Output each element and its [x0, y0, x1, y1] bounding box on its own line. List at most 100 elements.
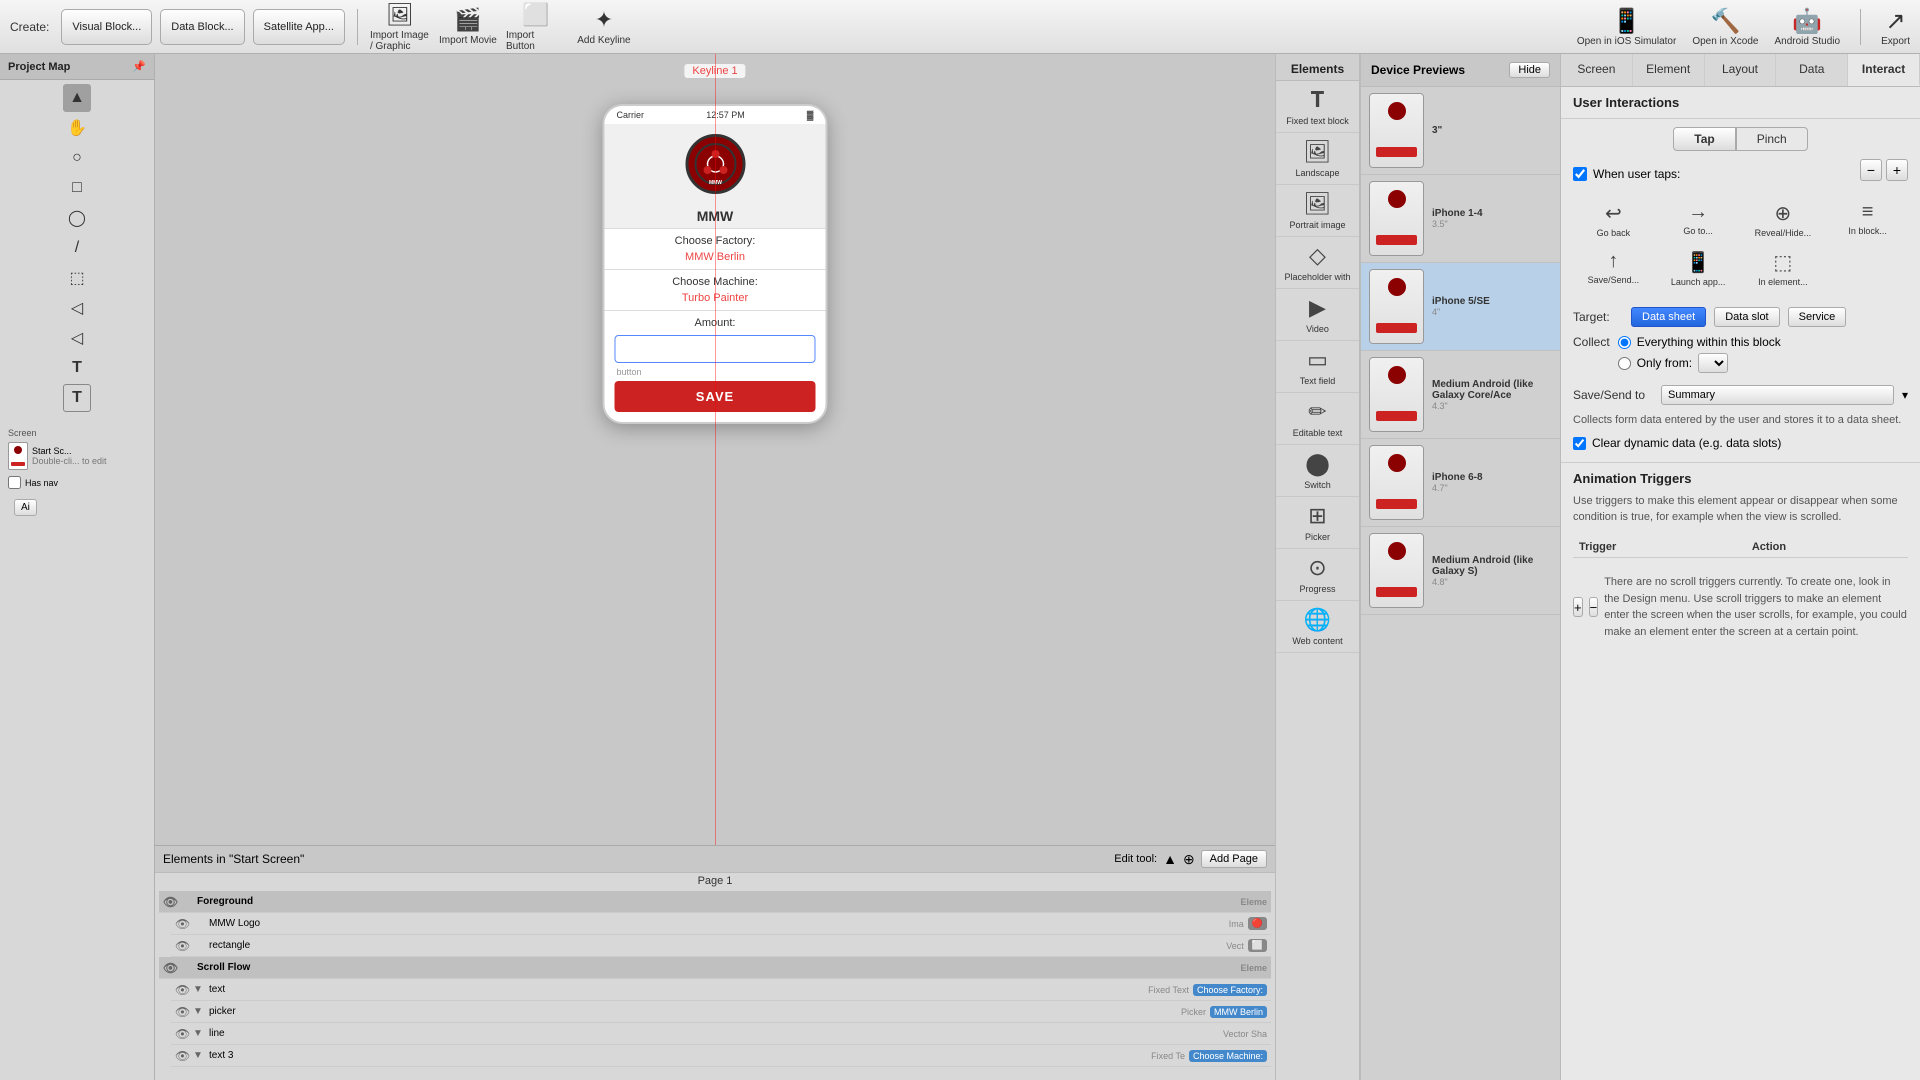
text-tool-2[interactable]: T	[63, 384, 91, 412]
element-panel-item-1[interactable]: 🖼Landscape	[1276, 133, 1359, 185]
device-preview-item-4[interactable]: iPhone 6-8 4.7"	[1361, 439, 1560, 527]
target-data-sheet-button[interactable]: Data sheet	[1631, 307, 1706, 327]
element-panel-item-7[interactable]: ⬤Switch	[1276, 445, 1359, 497]
element-tree-row-7[interactable]: 👁▼text 3Fixed TeChoose Machine:	[171, 1045, 1271, 1067]
element-tree-name-6: line	[209, 1028, 1219, 1039]
element-tree-row-0[interactable]: 👁ForegroundEleme	[159, 891, 1271, 913]
pen-tool[interactable]: ○	[63, 144, 91, 172]
element-tree-row-5[interactable]: 👁▼pickerPickerMMW Berlin	[171, 1001, 1271, 1023]
eye-icon-7[interactable]: 👁	[175, 1049, 189, 1063]
element-tree-row-4[interactable]: 👁▼textFixed TextChoose Factory:	[171, 979, 1271, 1001]
export-button[interactable]: ↗ Export	[1881, 7, 1910, 47]
element-panel-item-9[interactable]: ⊙Progress	[1276, 549, 1359, 601]
open-xcode-button[interactable]: 🔨 Open in Xcode	[1692, 7, 1758, 47]
select-tool[interactable]: ▲	[63, 84, 91, 112]
collect-only-from-select[interactable]	[1698, 353, 1728, 373]
element-panel-item-10[interactable]: 🌐Web content	[1276, 601, 1359, 653]
edit-tool-icon2[interactable]: ⊕	[1183, 851, 1195, 868]
direct-tool[interactable]: ◁	[63, 324, 91, 352]
collect-only-from-radio[interactable]	[1618, 357, 1631, 370]
android-studio-button[interactable]: 🤖 Android Studio	[1774, 7, 1840, 47]
export-icon: ↗	[1885, 7, 1905, 36]
data-block-button[interactable]: Data Block...	[160, 9, 244, 45]
element-tree-row-1[interactable]: 👁MMW LogoIma🔴	[171, 913, 1271, 935]
plus-button[interactable]: +	[1886, 159, 1908, 181]
hand-tool[interactable]: ✋	[63, 114, 91, 142]
image-tool[interactable]: ⬚	[63, 264, 91, 292]
action-label-6: In element...	[1758, 277, 1808, 287]
arrow-icon-7: ▼	[193, 1050, 205, 1061]
savesend-select[interactable]: Summary Data Sheet Service	[1661, 385, 1894, 405]
eye-icon-6[interactable]: 👁	[175, 1027, 189, 1041]
element-icon-3: ◇	[1309, 243, 1326, 269]
right-tab-screen[interactable]: Screen	[1561, 54, 1633, 86]
element-tree-row-3[interactable]: 👁Scroll FlowEleme	[159, 957, 1271, 979]
add-page-button[interactable]: Add Page	[1201, 850, 1267, 868]
eye-icon-2[interactable]: 👁	[175, 939, 189, 953]
open-ios-button[interactable]: 📱 Open in iOS Simulator	[1577, 7, 1677, 47]
satellite-app-button[interactable]: Satellite App...	[253, 9, 345, 45]
phone-input-area[interactable]	[615, 335, 816, 363]
action-item-5[interactable]: 📱Launch app...	[1658, 246, 1739, 291]
eye-icon-1[interactable]: 👁	[175, 917, 189, 931]
visual-block-button[interactable]: Visual Block...	[61, 9, 152, 45]
element-icon-9: ⊙	[1308, 555, 1326, 581]
right-tab-data[interactable]: Data	[1776, 54, 1848, 86]
rect-tool[interactable]: □	[63, 174, 91, 202]
pinch-tab[interactable]: Pinch	[1736, 127, 1808, 151]
phone-save-button[interactable]: SAVE	[615, 381, 816, 412]
node-tool[interactable]: ◁	[63, 294, 91, 322]
trigger-remove-button[interactable]: −	[1589, 597, 1599, 617]
collect-everything-radio[interactable]	[1618, 336, 1631, 349]
clear-dynamic-data-checkbox[interactable]	[1573, 437, 1586, 450]
element-panel-item-4[interactable]: ▶Video	[1276, 289, 1359, 341]
eye-icon-5[interactable]: 👁	[175, 1005, 189, 1019]
canvas-area[interactable]: Keyline 1 Carrier 12:57 PM ▓ MMW	[155, 54, 1275, 1080]
has-nav-checkbox[interactable]	[8, 476, 21, 489]
minus-button[interactable]: −	[1860, 159, 1882, 181]
ellipse-tool[interactable]: ◯	[63, 204, 91, 232]
screen-item-row[interactable]: Start Sc... Double-cli... to edit	[8, 442, 146, 470]
action-item-1[interactable]: →Go to...	[1658, 197, 1739, 242]
action-item-0[interactable]: ↩Go back	[1573, 197, 1654, 242]
element-panel-item-3[interactable]: ◇Placeholder with	[1276, 237, 1359, 289]
select-tool-icon[interactable]: ▲	[1163, 851, 1177, 867]
hide-previews-button[interactable]: Hide	[1509, 62, 1550, 78]
element-panel-item-5[interactable]: ▭Text field	[1276, 341, 1359, 393]
device-preview-item-3[interactable]: Medium Android (like Galaxy Core/Ace 4.3…	[1361, 351, 1560, 439]
device-thumb-logo-3	[1388, 366, 1406, 384]
when-user-taps-checkbox[interactable]	[1573, 167, 1587, 181]
target-service-button[interactable]: Service	[1788, 307, 1847, 327]
eye-icon-4[interactable]: 👁	[175, 983, 189, 997]
line-tool[interactable]: /	[63, 234, 91, 262]
tap-tab[interactable]: Tap	[1673, 127, 1735, 151]
action-item-6[interactable]: ⬚In element...	[1743, 246, 1824, 291]
element-tree-row-2[interactable]: 👁rectangleVect⬜	[171, 935, 1271, 957]
eye-icon-0[interactable]: 👁	[163, 895, 177, 909]
element-panel-item-8[interactable]: ⊞Picker	[1276, 497, 1359, 549]
text-tool[interactable]: T	[63, 354, 91, 382]
eye-icon-3[interactable]: 👁	[163, 961, 177, 975]
device-preview-item-2[interactable]: iPhone 5/SE 4"	[1361, 263, 1560, 351]
element-panel-item-0[interactable]: 𝐓Fixed text block	[1276, 81, 1359, 133]
action-item-4[interactable]: ↑Save/Send...	[1573, 246, 1654, 291]
collect-options: Everything within this block Only from:	[1618, 335, 1781, 377]
device-preview-item-1[interactable]: iPhone 1-4 3.5"	[1361, 175, 1560, 263]
device-preview-item-5[interactable]: Medium Android (like Galaxy S) 4.8"	[1361, 527, 1560, 615]
action-item-3[interactable]: ≡In block...	[1827, 197, 1908, 242]
right-tab-element[interactable]: Element	[1633, 54, 1705, 86]
import-button-button[interactable]: ⬜ Import Button	[506, 2, 566, 52]
import-ai-button[interactable]: Ai	[14, 499, 37, 516]
right-tab-interact[interactable]: Interact	[1848, 54, 1920, 86]
import-movie-button[interactable]: 🎬 Import Movie	[438, 7, 498, 46]
element-panel-item-2[interactable]: 🖼Portrait image	[1276, 185, 1359, 237]
element-panel-item-6[interactable]: ✏Editable text	[1276, 393, 1359, 445]
import-image-button[interactable]: 🖼 Import Image / Graphic	[370, 2, 430, 52]
device-preview-item-0[interactable]: 3"	[1361, 87, 1560, 175]
add-keyline-button[interactable]: ✦ Add Keyline	[574, 7, 634, 46]
right-tab-layout[interactable]: Layout	[1705, 54, 1777, 86]
action-item-2[interactable]: ⊕Reveal/Hide...	[1743, 197, 1824, 242]
element-tree-row-6[interactable]: 👁▼lineVector Sha	[171, 1023, 1271, 1045]
trigger-add-button[interactable]: +	[1573, 597, 1583, 617]
target-data-slot-button[interactable]: Data slot	[1714, 307, 1779, 327]
